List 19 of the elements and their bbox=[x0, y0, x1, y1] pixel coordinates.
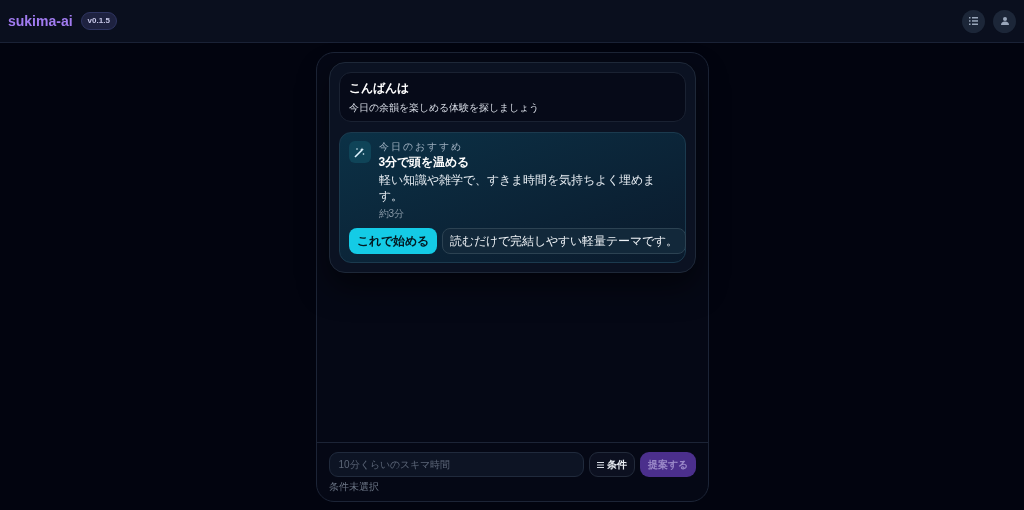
recommendation-description: 軽い知識や雑学で、すきま時間を気持ちよく埋めます。 bbox=[378, 172, 656, 204]
greeting-title: こんばんは bbox=[348, 80, 410, 97]
magic-wand-icon bbox=[348, 141, 371, 163]
theme-note: 読むだけで完結しやすい軽量テーマです。 bbox=[441, 228, 686, 254]
logo[interactable]: sukima-ai bbox=[8, 10, 73, 32]
version-badge: v0.1.5 bbox=[80, 12, 117, 30]
profile-button[interactable] bbox=[993, 9, 1016, 33]
recommendation-title: 3分で頭を温める bbox=[378, 155, 471, 170]
menu-icon bbox=[596, 461, 604, 468]
user-icon bbox=[1000, 17, 1009, 25]
duration-text: 約3分 bbox=[378, 207, 406, 220]
recommendation-label: 今日のおすすめ bbox=[378, 141, 464, 153]
greeting-subtitle: 今日の余韻を楽しめる体験を探しましょう bbox=[348, 101, 540, 115]
list-button[interactable] bbox=[962, 9, 985, 33]
list-icon bbox=[969, 17, 978, 25]
conditions-button[interactable]: 条件 bbox=[588, 452, 635, 477]
start-button[interactable]: これで始める bbox=[348, 228, 437, 254]
conditions-status: 条件未選択 bbox=[328, 481, 380, 493]
input-field[interactable]: 10分くらいのスキマ時間 bbox=[328, 452, 584, 477]
